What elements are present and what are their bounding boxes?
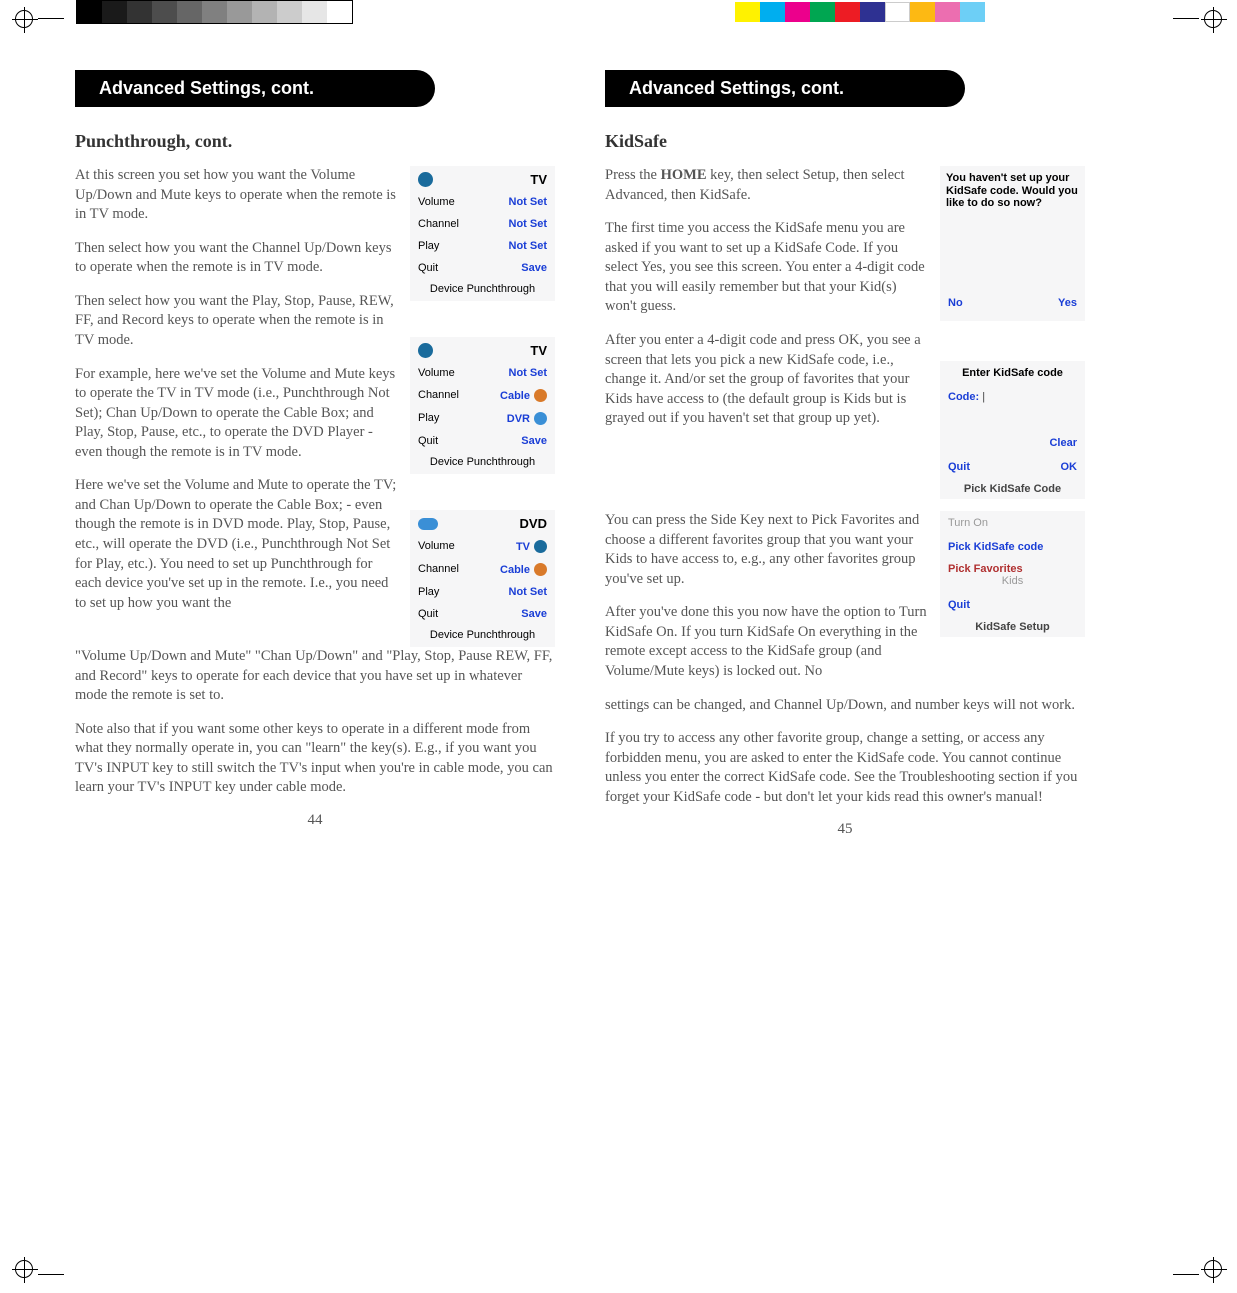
body-text: "Volume Up/Down and Mute" "Chan Up/Down"…	[75, 647, 555, 798]
screenshot-enter-code: Enter KidSafe code Code: | Clear QuitOK …	[940, 361, 1085, 499]
paragraph: After you enter a 4-digit code and press…	[605, 331, 930, 429]
paragraph: Note also that if you want some other ke…	[75, 720, 555, 798]
tv-icon	[534, 540, 547, 553]
screenshot-footer: Device Punchthrough	[410, 279, 555, 301]
reg-line	[38, 18, 64, 19]
paragraph: Press the HOME key, then select Setup, t…	[605, 166, 930, 205]
code-label: Code:	[948, 391, 979, 403]
kids-group: Kids	[1002, 575, 1023, 587]
paragraph: settings can be changed, and Channel Up/…	[605, 696, 1085, 716]
paragraph: If you try to access any other favorite …	[605, 729, 1085, 807]
paragraph: The first time you access the KidSafe me…	[605, 219, 930, 317]
dvd-icon	[418, 518, 438, 530]
dvr-icon	[534, 412, 547, 425]
cable-icon	[534, 563, 547, 576]
yes-option: Yes	[1058, 297, 1077, 309]
row-label: Play	[418, 586, 439, 598]
turn-on-option: Turn On	[948, 517, 988, 529]
tv-icon	[418, 172, 433, 187]
screenshot-kidsafe-prompt: You haven't set up your KidSafe code. Wo…	[940, 166, 1085, 321]
reg-target-icon	[15, 10, 33, 33]
paragraph: After you've done this you now have the …	[605, 603, 930, 681]
row-value: Cable	[500, 564, 530, 576]
row-label: Channel	[418, 389, 459, 402]
page-number: 44	[75, 812, 555, 829]
row-label: Quit	[418, 608, 438, 620]
row-value: Save	[521, 262, 547, 274]
row-value: TV	[516, 541, 530, 553]
pick-favorites-option: Pick Favorites	[948, 563, 1023, 575]
reg-target-icon	[1204, 10, 1222, 33]
pick-code-option: Pick KidSafe code	[948, 541, 1043, 553]
body-text: Press the HOME key, then select Setup, t…	[605, 166, 930, 499]
paragraph: Then select how you want the Channel Up/…	[75, 239, 400, 278]
screenshot-punchthrough-tv-set: TV Volume Not Set Channel Cable Play DVR Qu…	[410, 337, 555, 474]
row-label: Quit	[418, 262, 438, 274]
row-value: Save	[521, 435, 547, 447]
row-label: Play	[418, 240, 439, 252]
cursor-icon: |	[982, 391, 985, 403]
screen-footer: KidSafe Setup	[940, 617, 1085, 637]
row-label: Quit	[418, 435, 438, 447]
grayscale-bar	[76, 0, 353, 24]
screenshot-column: TV Volume Not Set Channel Not Set Play Not …	[410, 166, 555, 647]
screenshot-punchthrough-dvd: DVD Volume TV Channel Cable Play Not Set Qu…	[410, 510, 555, 647]
body-text: You can press the Side Key next to Pick …	[605, 511, 930, 696]
body-text: settings can be changed, and Channel Up/…	[605, 696, 1085, 808]
section-badge: Advanced Settings, cont.	[75, 70, 435, 107]
body-text: At this screen you set how you want the …	[75, 166, 400, 647]
row-value: DVR	[507, 413, 530, 425]
color-bar	[735, 2, 985, 22]
row-label: Channel	[418, 218, 459, 230]
reg-target-icon	[1204, 1260, 1222, 1283]
quit-option: Quit	[948, 461, 970, 473]
device-title: TV	[530, 343, 547, 358]
paragraph: You can press the Side Key next to Pick …	[605, 511, 930, 589]
row-value: Not Set	[509, 367, 548, 379]
screen-header: Enter KidSafe code	[940, 361, 1085, 385]
row-value: Not Set	[509, 196, 548, 208]
screenshot-column: Turn On Pick KidSafe code Pick Favorites…	[940, 511, 1085, 696]
screenshot-column: You haven't set up your KidSafe code. Wo…	[940, 166, 1085, 499]
reg-line	[1173, 18, 1199, 19]
row-label: Channel	[418, 563, 459, 576]
screen-footer: Pick KidSafe Code	[940, 479, 1085, 499]
row-label: Volume	[418, 367, 455, 379]
quit-option: Quit	[948, 599, 970, 611]
prompt-text: You haven't set up your KidSafe code. Wo…	[940, 166, 1085, 212]
device-title: DVD	[520, 516, 547, 531]
row-value: Not Set	[509, 240, 548, 252]
row-value: Not Set	[509, 586, 548, 598]
paragraph: "Volume Up/Down and Mute" "Chan Up/Down"…	[75, 647, 555, 706]
row-value: Save	[521, 608, 547, 620]
screenshot-kidsafe-setup: Turn On Pick KidSafe code Pick Favorites…	[940, 511, 1085, 637]
paragraph: For example, here we've set the Volume a…	[75, 365, 400, 463]
row-label: Volume	[418, 540, 455, 553]
cable-icon	[534, 389, 547, 402]
no-option: No	[948, 297, 963, 309]
paragraph: Here we've set the Volume and Mute to op…	[75, 476, 400, 613]
page-45: Advanced Settings, cont. KidSafe Press t…	[605, 70, 1085, 838]
device-title: TV	[530, 172, 547, 187]
row-label: Volume	[418, 196, 455, 208]
reg-target-icon	[15, 1260, 33, 1283]
ok-option: OK	[1061, 461, 1078, 473]
row-value: Cable	[500, 390, 530, 402]
page-44: Advanced Settings, cont. Punchthrough, c…	[75, 70, 555, 838]
reg-line	[1173, 1274, 1199, 1275]
screenshot-punchthrough-tv-notset: TV Volume Not Set Channel Not Set Play Not …	[410, 166, 555, 301]
paragraph: At this screen you set how you want the …	[75, 166, 400, 225]
section-heading: Punchthrough, cont.	[75, 131, 555, 152]
paragraph: Then select how you want the Play, Stop,…	[75, 292, 400, 351]
clear-option: Clear	[1049, 437, 1077, 449]
screenshot-footer: Device Punchthrough	[410, 625, 555, 647]
section-badge: Advanced Settings, cont.	[605, 70, 965, 107]
row-value: Not Set	[509, 218, 548, 230]
page-number: 45	[605, 821, 1085, 838]
row-label: Play	[418, 412, 439, 425]
reg-line	[38, 1274, 64, 1275]
tv-icon	[418, 343, 433, 358]
screenshot-footer: Device Punchthrough	[410, 452, 555, 474]
section-heading: KidSafe	[605, 131, 1085, 152]
